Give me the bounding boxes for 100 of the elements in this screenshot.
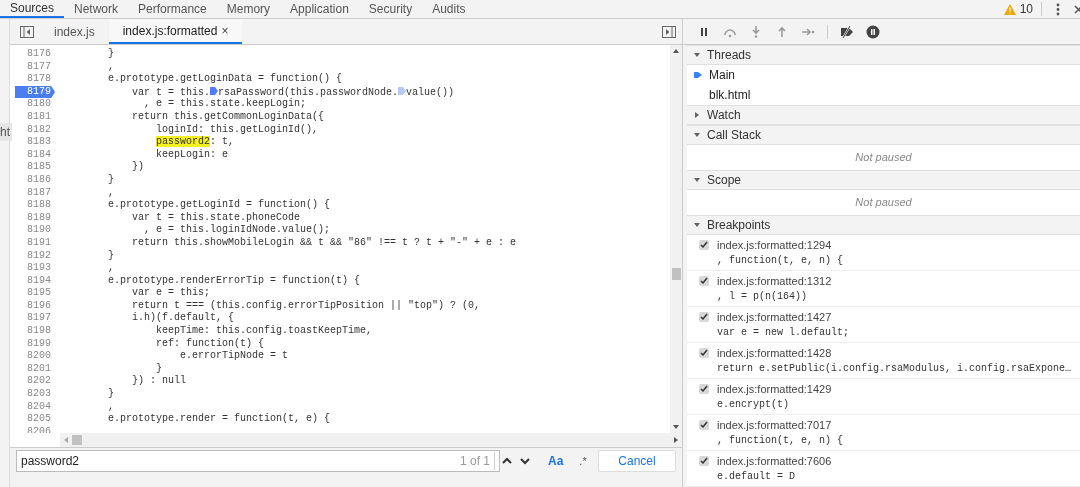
- check-icon: [700, 277, 708, 285]
- line-number[interactable]: 8202: [15, 375, 55, 389]
- vertical-scrollbar[interactable]: [670, 45, 682, 433]
- match-case-toggle[interactable]: Aa: [548, 452, 564, 470]
- expanded-triangle-icon[interactable]: [693, 176, 701, 184]
- breakpoint-location[interactable]: index.js:formatted:7017: [717, 418, 844, 433]
- line-number[interactable]: 8197: [15, 312, 55, 326]
- breakpoint-checkbox[interactable]: [699, 240, 709, 250]
- code-line: , e = this.state.keepLogin;: [143, 98, 307, 111]
- line-number[interactable]: 8191: [15, 236, 55, 250]
- line-number[interactable]: 8194: [15, 274, 55, 288]
- code-line: ,: [107, 262, 114, 275]
- close-icon[interactable]: [1074, 4, 1080, 14]
- code-line: keepTime: this.config.toastKeepTime,: [155, 325, 373, 338]
- breakpoint-code: , function(t, e, n) {: [717, 254, 844, 268]
- breakpoint-checkbox[interactable]: [699, 348, 709, 358]
- match-count: 1 of 1: [459, 452, 495, 470]
- scrollbar-thumb[interactable]: [671, 268, 681, 280]
- code-line: ref: function(t) {: [155, 337, 265, 350]
- thread-item[interactable]: Main: [709, 66, 735, 84]
- line-number[interactable]: 8198: [15, 325, 55, 338]
- section-header[interactable]: Threads: [687, 45, 1080, 65]
- scrollbar-thumb[interactable]: [72, 435, 82, 445]
- line-number[interactable]: 8203: [15, 388, 55, 401]
- line-number[interactable]: 8204: [15, 400, 55, 414]
- horizontal-scrollbar[interactable]: [60, 433, 682, 447]
- line-number[interactable]: 8199: [15, 337, 55, 351]
- more-options-icon[interactable]: [1056, 2, 1060, 16]
- line-number[interactable]: 8185: [15, 161, 55, 174]
- line-number[interactable]: 8181: [15, 110, 55, 124]
- line-number[interactable]: 8205: [15, 413, 55, 426]
- line-number[interactable]: 8195: [15, 287, 55, 300]
- line-number[interactable]: 8178: [15, 73, 55, 86]
- line-number[interactable]: 8190: [15, 224, 55, 237]
- panel-tab[interactable]: Performance: [128, 0, 217, 18]
- deactivate-breakpoints-icon[interactable]: [840, 24, 854, 39]
- breakpoint-checkbox[interactable]: [699, 312, 709, 322]
- line-number[interactable]: 8184: [15, 148, 55, 162]
- file-tab[interactable]: index.js: [40, 19, 109, 44]
- panel-tab[interactable]: Application: [280, 0, 359, 18]
- breakpoint-location[interactable]: index.js:formatted:1294: [717, 238, 844, 253]
- line-number[interactable]: 8186: [15, 173, 55, 187]
- section-header[interactable]: Call Stack: [687, 125, 1080, 145]
- code-line: }: [155, 362, 163, 376]
- status-message: Not paused: [855, 150, 912, 166]
- section-header[interactable]: Breakpoints: [687, 215, 1080, 235]
- code-line: }: [107, 249, 114, 263]
- breakpoint-checkbox[interactable]: [699, 276, 709, 286]
- expanded-triangle-icon[interactable]: [693, 131, 701, 139]
- thread-item[interactable]: blk.html: [709, 86, 751, 104]
- collapsed-triangle-icon[interactable]: [693, 111, 701, 119]
- breakpoint-checkbox[interactable]: [699, 384, 709, 394]
- breakpoint-location[interactable]: index.js:formatted:1429: [717, 382, 832, 397]
- panel-tab[interactable]: Security: [358, 0, 423, 18]
- section-header[interactable]: Watch: [687, 105, 1080, 125]
- line-number[interactable]: 8192: [15, 249, 55, 263]
- panel-tab[interactable]: Audits: [422, 0, 476, 18]
- breakpoint-location[interactable]: index.js:formatted:1427: [717, 310, 850, 325]
- panel-tab[interactable]: Network: [64, 0, 129, 18]
- breakpoint-location[interactable]: index.js:formatted:1428: [717, 346, 1072, 361]
- breakpoint-checkbox[interactable]: [699, 420, 709, 430]
- line-number[interactable]: 8179: [15, 85, 55, 99]
- sidebar-toggle-icon[interactable]: [20, 25, 34, 38]
- section-header[interactable]: Scope: [687, 170, 1080, 190]
- line-number[interactable]: 8177: [15, 60, 55, 74]
- warning-count[interactable]: 10: [1019, 0, 1033, 18]
- breakpoint-checkbox[interactable]: [699, 456, 709, 466]
- scroll-up-icon[interactable]: [673, 49, 679, 53]
- inline-breakpoint-icon[interactable]: [210, 85, 219, 96]
- cancel-button[interactable]: Cancel: [598, 450, 676, 472]
- line-number[interactable]: 8193: [15, 262, 55, 275]
- debugger-toggle-icon[interactable]: [662, 25, 676, 38]
- breakpoint-location[interactable]: index.js:formatted:1312: [717, 274, 832, 289]
- line-number[interactable]: 8182: [15, 123, 55, 137]
- panel-tab[interactable]: Memory: [216, 0, 281, 18]
- code-line: return this.showMobileLogin && t && "86" !== t ? t + "-" + e : e: [131, 236, 517, 250]
- line-number[interactable]: 8206: [15, 425, 55, 433]
- check-icon: [700, 349, 708, 357]
- line-number[interactable]: 8183: [15, 136, 55, 149]
- expanded-triangle-icon[interactable]: [693, 51, 701, 59]
- code-line: var t = this.state.phoneCode: [131, 211, 301, 224]
- expanded-triangle-icon[interactable]: [693, 221, 701, 229]
- line-number[interactable]: 8201: [15, 362, 55, 376]
- line-number[interactable]: 8187: [15, 186, 55, 200]
- line-number[interactable]: 8176: [15, 48, 55, 61]
- code-line: e.prototype.renderErrorTip = function(t) {: [107, 274, 361, 287]
- breakpoint-location[interactable]: index.js:formatted:7606: [717, 454, 832, 469]
- line-number[interactable]: 8189: [15, 211, 55, 225]
- line-number[interactable]: 8188: [15, 199, 55, 212]
- line-number[interactable]: 8200: [15, 350, 55, 363]
- close-tab-button[interactable]: ×: [221, 21, 229, 40]
- scroll-down-icon[interactable]: [673, 425, 679, 429]
- line-number[interactable]: 8180: [15, 98, 55, 111]
- code-line: keepLogin: e: [155, 148, 229, 162]
- search-field[interactable]: password2 1 of 1: [16, 450, 500, 472]
- scroll-right-icon[interactable]: [674, 437, 678, 443]
- pause-on-exceptions-icon[interactable]: [866, 24, 880, 39]
- line-number[interactable]: 8196: [15, 299, 55, 313]
- regex-toggle[interactable]: .*: [579, 452, 587, 470]
- file-tab[interactable]: index.js:formatted ×: [108, 19, 243, 44]
